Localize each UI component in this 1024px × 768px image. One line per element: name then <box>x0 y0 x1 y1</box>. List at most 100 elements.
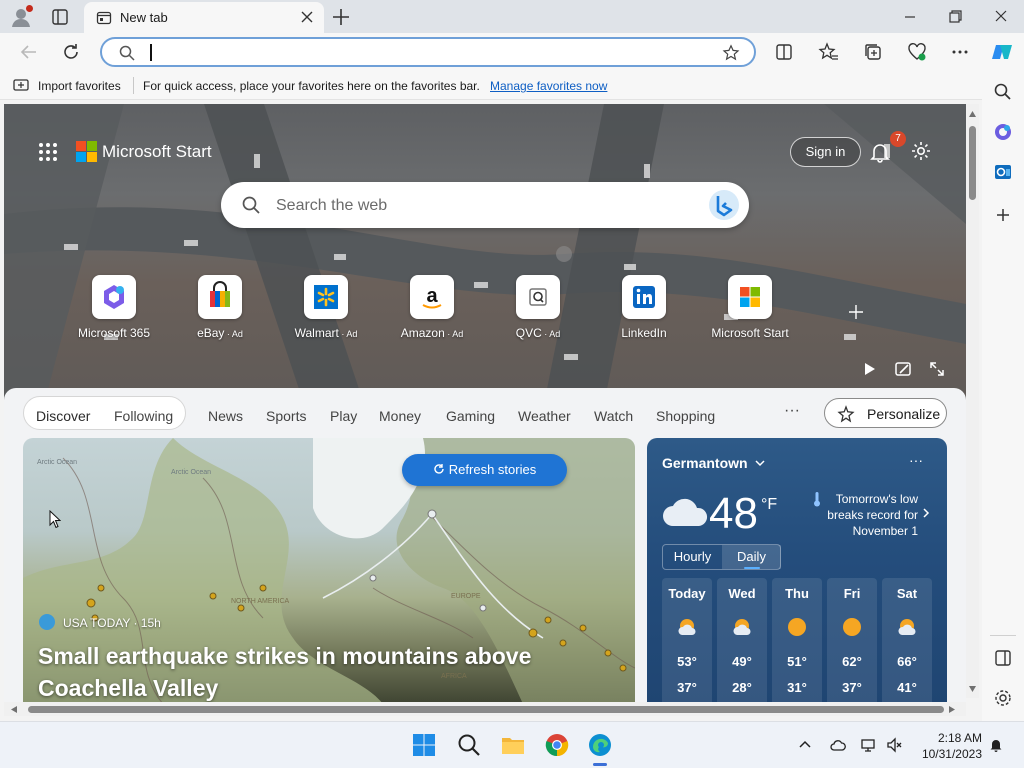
news-headline[interactable]: Small earthquake strikes in mountains ab… <box>38 640 598 704</box>
quick-link-ebay[interactable]: eBay · Ad <box>170 275 270 345</box>
forecast-day[interactable]: Wed 49° 28° <box>717 578 767 704</box>
news-source[interactable]: USA TODAY · 15h <box>63 616 161 630</box>
quick-link-microsoft-start[interactable]: Microsoft Start <box>700 275 800 345</box>
play-video-icon[interactable] <box>860 360 878 378</box>
forecast-high: 53° <box>677 654 697 669</box>
personalize-button[interactable]: Personalize <box>824 398 947 428</box>
bing-chat-icon[interactable] <box>707 188 741 222</box>
search-icon[interactable] <box>992 81 1014 103</box>
tab-close-icon[interactable] <box>300 10 314 24</box>
forecast-low: 37° <box>677 680 697 695</box>
notification-bell-icon[interactable] <box>988 737 1004 753</box>
tab-actions-button[interactable] <box>50 7 70 27</box>
quick-link-amazon[interactable]: a Amazon · Ad <box>382 275 482 345</box>
search-icon[interactable] <box>456 732 482 758</box>
scroll-down-arrow-icon[interactable] <box>968 685 977 693</box>
outlook-icon[interactable] <box>992 161 1014 183</box>
collections-button[interactable] <box>862 41 884 63</box>
chevron-right-icon[interactable] <box>921 507 931 519</box>
browser-essentials-button[interactable] <box>906 41 928 63</box>
import-favorites-link[interactable]: Import favorites <box>38 79 121 93</box>
web-search-box[interactable]: Search the web <box>221 182 749 228</box>
weather-location[interactable]: Germantown <box>662 455 748 471</box>
file-explorer-icon[interactable] <box>500 732 526 758</box>
volume-muted-icon[interactable] <box>886 737 902 753</box>
tab-money[interactable]: Money <box>379 408 421 424</box>
microsoft-365-icon[interactable] <box>992 121 1014 143</box>
address-bar[interactable] <box>100 37 756 67</box>
edge-icon[interactable] <box>587 732 613 758</box>
close-window-button[interactable] <box>989 6 1013 28</box>
sign-in-button[interactable]: Sign in <box>790 137 861 167</box>
weather-alert[interactable]: Tomorrow's low breaks record for Novembe… <box>812 491 918 539</box>
hourly-toggle[interactable]: Hourly <box>663 545 722 569</box>
title-bar: New tab <box>0 0 1024 33</box>
notifications-bell-icon[interactable] <box>869 141 891 163</box>
scroll-left-arrow-icon[interactable] <box>10 705 18 714</box>
chrome-icon[interactable] <box>544 732 570 758</box>
daily-toggle[interactable]: Daily <box>722 545 781 569</box>
quick-link-walmart[interactable]: Walmart · Ad <box>276 275 376 345</box>
tab-news[interactable]: News <box>208 408 243 424</box>
favorites-button[interactable] <box>817 41 839 63</box>
manage-favorites-link[interactable]: Manage favorites now <box>490 79 607 93</box>
forecast-day[interactable]: Today 53° 37° <box>662 578 712 704</box>
tab-new-tab[interactable]: New tab <box>84 2 324 33</box>
tab-following[interactable]: Following <box>114 408 173 424</box>
tab-weather[interactable]: Weather <box>518 408 571 424</box>
edit-background-icon[interactable] <box>894 360 912 378</box>
forecast-low: 41° <box>897 680 917 695</box>
tab-play[interactable]: Play <box>330 408 357 424</box>
new-tab-button[interactable] <box>330 6 352 28</box>
refresh-button[interactable] <box>60 41 82 63</box>
tab-sports[interactable]: Sports <box>266 408 306 424</box>
tab-discover[interactable]: Discover <box>36 408 90 424</box>
address-input[interactable] <box>154 42 714 64</box>
restore-button[interactable] <box>943 6 967 28</box>
expand-icon[interactable] <box>928 360 946 378</box>
profile-button[interactable] <box>10 5 33 28</box>
tab-watch[interactable]: Watch <box>594 408 633 424</box>
weather-more-button[interactable]: ··· <box>909 452 923 468</box>
add-favorite-star-icon[interactable] <box>722 44 740 62</box>
split-screen-button[interactable] <box>773 41 795 63</box>
more-tabs-button[interactable]: ··· <box>784 402 800 420</box>
network-icon[interactable] <box>860 737 876 753</box>
scroll-up-arrow-icon[interactable] <box>968 110 977 118</box>
chevron-up-icon[interactable] <box>797 737 813 753</box>
weather-unit[interactable]: °F <box>761 496 777 514</box>
forecast-day[interactable]: Sat 66° 41° <box>882 578 932 704</box>
profile-alert-dot <box>26 5 33 12</box>
news-card[interactable]: Arctic Ocean Arctic Ocean NORTH AMERICA … <box>23 438 635 704</box>
forecast-day[interactable]: Fri 62° 37° <box>827 578 877 704</box>
back-button[interactable] <box>18 41 40 63</box>
refresh-stories-button[interactable]: Refresh stories <box>402 454 567 486</box>
chevron-down-icon[interactable] <box>754 457 766 469</box>
settings-and-more-button[interactable] <box>949 41 971 63</box>
copilot-button[interactable] <box>990 41 1012 63</box>
vertical-scroll-thumb[interactable] <box>969 126 976 200</box>
vertical-scrollbar[interactable] <box>966 104 979 698</box>
minimize-button[interactable] <box>898 6 922 28</box>
apps-launcher-grid-icon[interactable] <box>38 142 58 162</box>
import-favorites-icon[interactable] <box>12 77 30 93</box>
add-quick-link-plus-icon[interactable] <box>848 304 864 320</box>
page-settings-gear-icon[interactable] <box>910 140 932 162</box>
horizontal-scroll-thumb[interactable] <box>28 706 944 713</box>
quick-link-linkedin[interactable]: LinkedIn <box>594 275 694 345</box>
scroll-right-arrow-icon[interactable] <box>948 705 956 714</box>
tab-shopping[interactable]: Shopping <box>656 408 715 424</box>
brand-title[interactable]: Microsoft Start <box>102 142 212 162</box>
tab-gaming[interactable]: Gaming <box>446 408 495 424</box>
quick-link-qvc[interactable]: QVC · Ad <box>488 275 588 345</box>
onedrive-cloud-icon[interactable] <box>830 737 846 753</box>
sidebar-settings-gear-icon[interactable] <box>992 687 1014 709</box>
forecast-day[interactable]: Thu 51° 31° <box>772 578 822 704</box>
hide-sidebar-icon[interactable] <box>992 647 1014 669</box>
add-sidebar-app-icon[interactable] <box>992 204 1014 226</box>
plus-icon <box>333 9 349 25</box>
quick-link-microsoft-365[interactable]: Microsoft 365 <box>64 275 164 345</box>
system-clock[interactable]: 2:18 AM 10/31/2023 <box>910 730 982 762</box>
horizontal-scrollbar[interactable] <box>4 702 966 716</box>
windows-start-icon[interactable] <box>411 732 437 758</box>
